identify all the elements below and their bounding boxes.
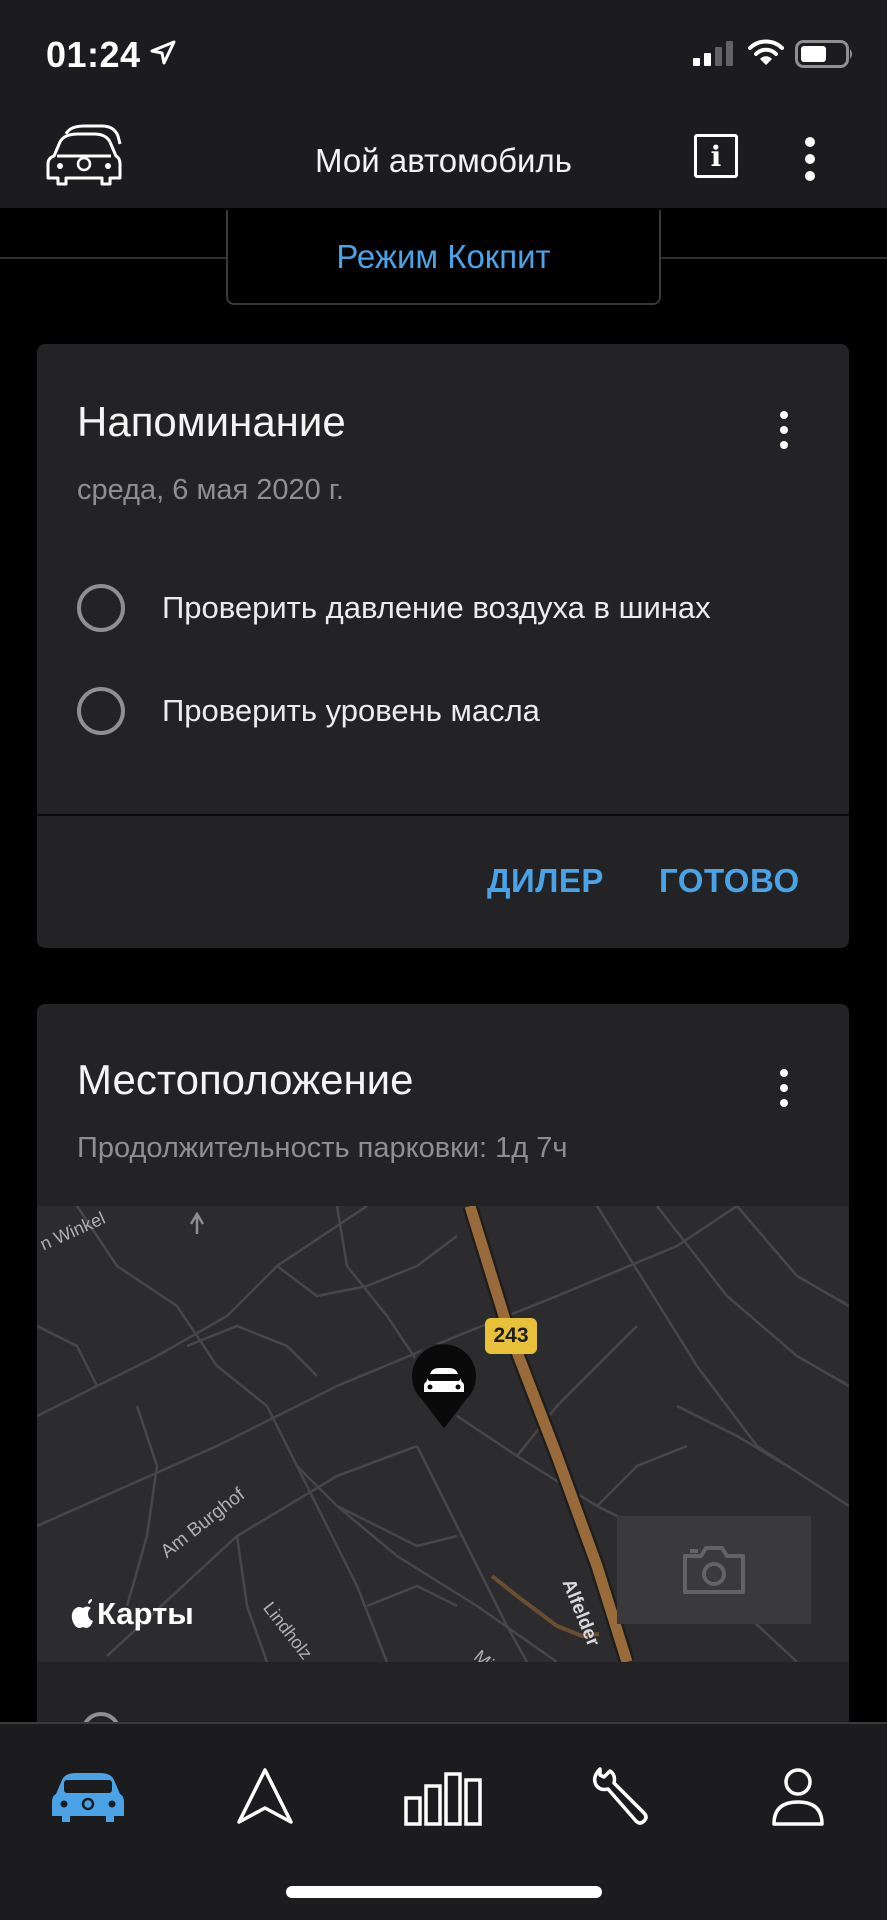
status-bar: 01:24: [0, 0, 887, 110]
reminder-card: Напоминание среда, 6 мая 2020 г. Провери…: [37, 344, 849, 948]
parking-duration: Продолжительность парковки: 1д 7ч: [77, 1132, 568, 1164]
reminder-item-label: Проверить уровень масла: [162, 693, 540, 728]
navigation-arrow-icon: [237, 1768, 293, 1824]
maps-attribution-label: Карты: [97, 1596, 194, 1631]
person-icon: [772, 1768, 824, 1826]
tab-service[interactable]: [565, 1756, 675, 1836]
car-pin-icon[interactable]: [409, 1344, 479, 1432]
location-title: Местоположение: [77, 1056, 414, 1103]
map-camera-panel[interactable]: [617, 1516, 811, 1624]
camera-icon: [683, 1546, 745, 1594]
wifi-icon: [748, 39, 784, 65]
cockpit-mode-button[interactable]: Режим Кокпит: [226, 210, 661, 305]
bar-chart-icon: [404, 1772, 482, 1826]
wrench-icon: [592, 1767, 648, 1825]
cellular-signal-icon: [693, 41, 733, 66]
home-indicator: [286, 1886, 602, 1898]
card-divider: [37, 814, 849, 816]
more-vertical-icon[interactable]: [790, 134, 830, 184]
battery-icon: [795, 40, 852, 68]
checkbox-circle-icon[interactable]: [77, 584, 125, 632]
tab-profile[interactable]: [743, 1756, 853, 1836]
maps-attribution: Карты: [71, 1596, 194, 1632]
location-more-icon[interactable]: [769, 1066, 799, 1110]
reminder-title: Напоминание: [77, 398, 346, 445]
info-icon[interactable]: i: [694, 134, 738, 178]
tab-statistics[interactable]: [388, 1756, 498, 1836]
done-button[interactable]: ГОТОВО: [659, 862, 800, 900]
dealer-button[interactable]: ДИЛЕР: [487, 862, 604, 900]
reminder-item-label: Проверить давление воздуха в шинах: [162, 590, 711, 625]
status-time: 01:24: [46, 34, 141, 75]
apple-logo-icon: [71, 1599, 93, 1628]
car-icon: [52, 1773, 124, 1822]
location-arrow-icon: [150, 40, 176, 65]
info-icon-label: i: [710, 139, 722, 173]
tab-navigation[interactable]: [210, 1756, 320, 1836]
checkbox-circle-icon[interactable]: [77, 687, 125, 735]
tab-vehicle[interactable]: [33, 1756, 143, 1836]
reminder-item[interactable]: Проверить давление воздуха в шинах: [77, 578, 711, 638]
location-card: Местоположение Продолжительность парковк…: [37, 1004, 849, 1744]
nav-bar: Мой автомобиль i: [0, 110, 887, 208]
reminder-more-icon[interactable]: [769, 408, 799, 452]
reminder-item[interactable]: Проверить уровень масла: [77, 681, 540, 741]
road-shield: 243: [485, 1318, 537, 1354]
reminder-date: среда, 6 мая 2020 г.: [77, 474, 344, 506]
page-title: Мой автомобиль: [315, 142, 572, 179]
parking-map[interactable]: n Winkel Am Burghof Lindholz Alfelder Mi…: [37, 1206, 849, 1662]
